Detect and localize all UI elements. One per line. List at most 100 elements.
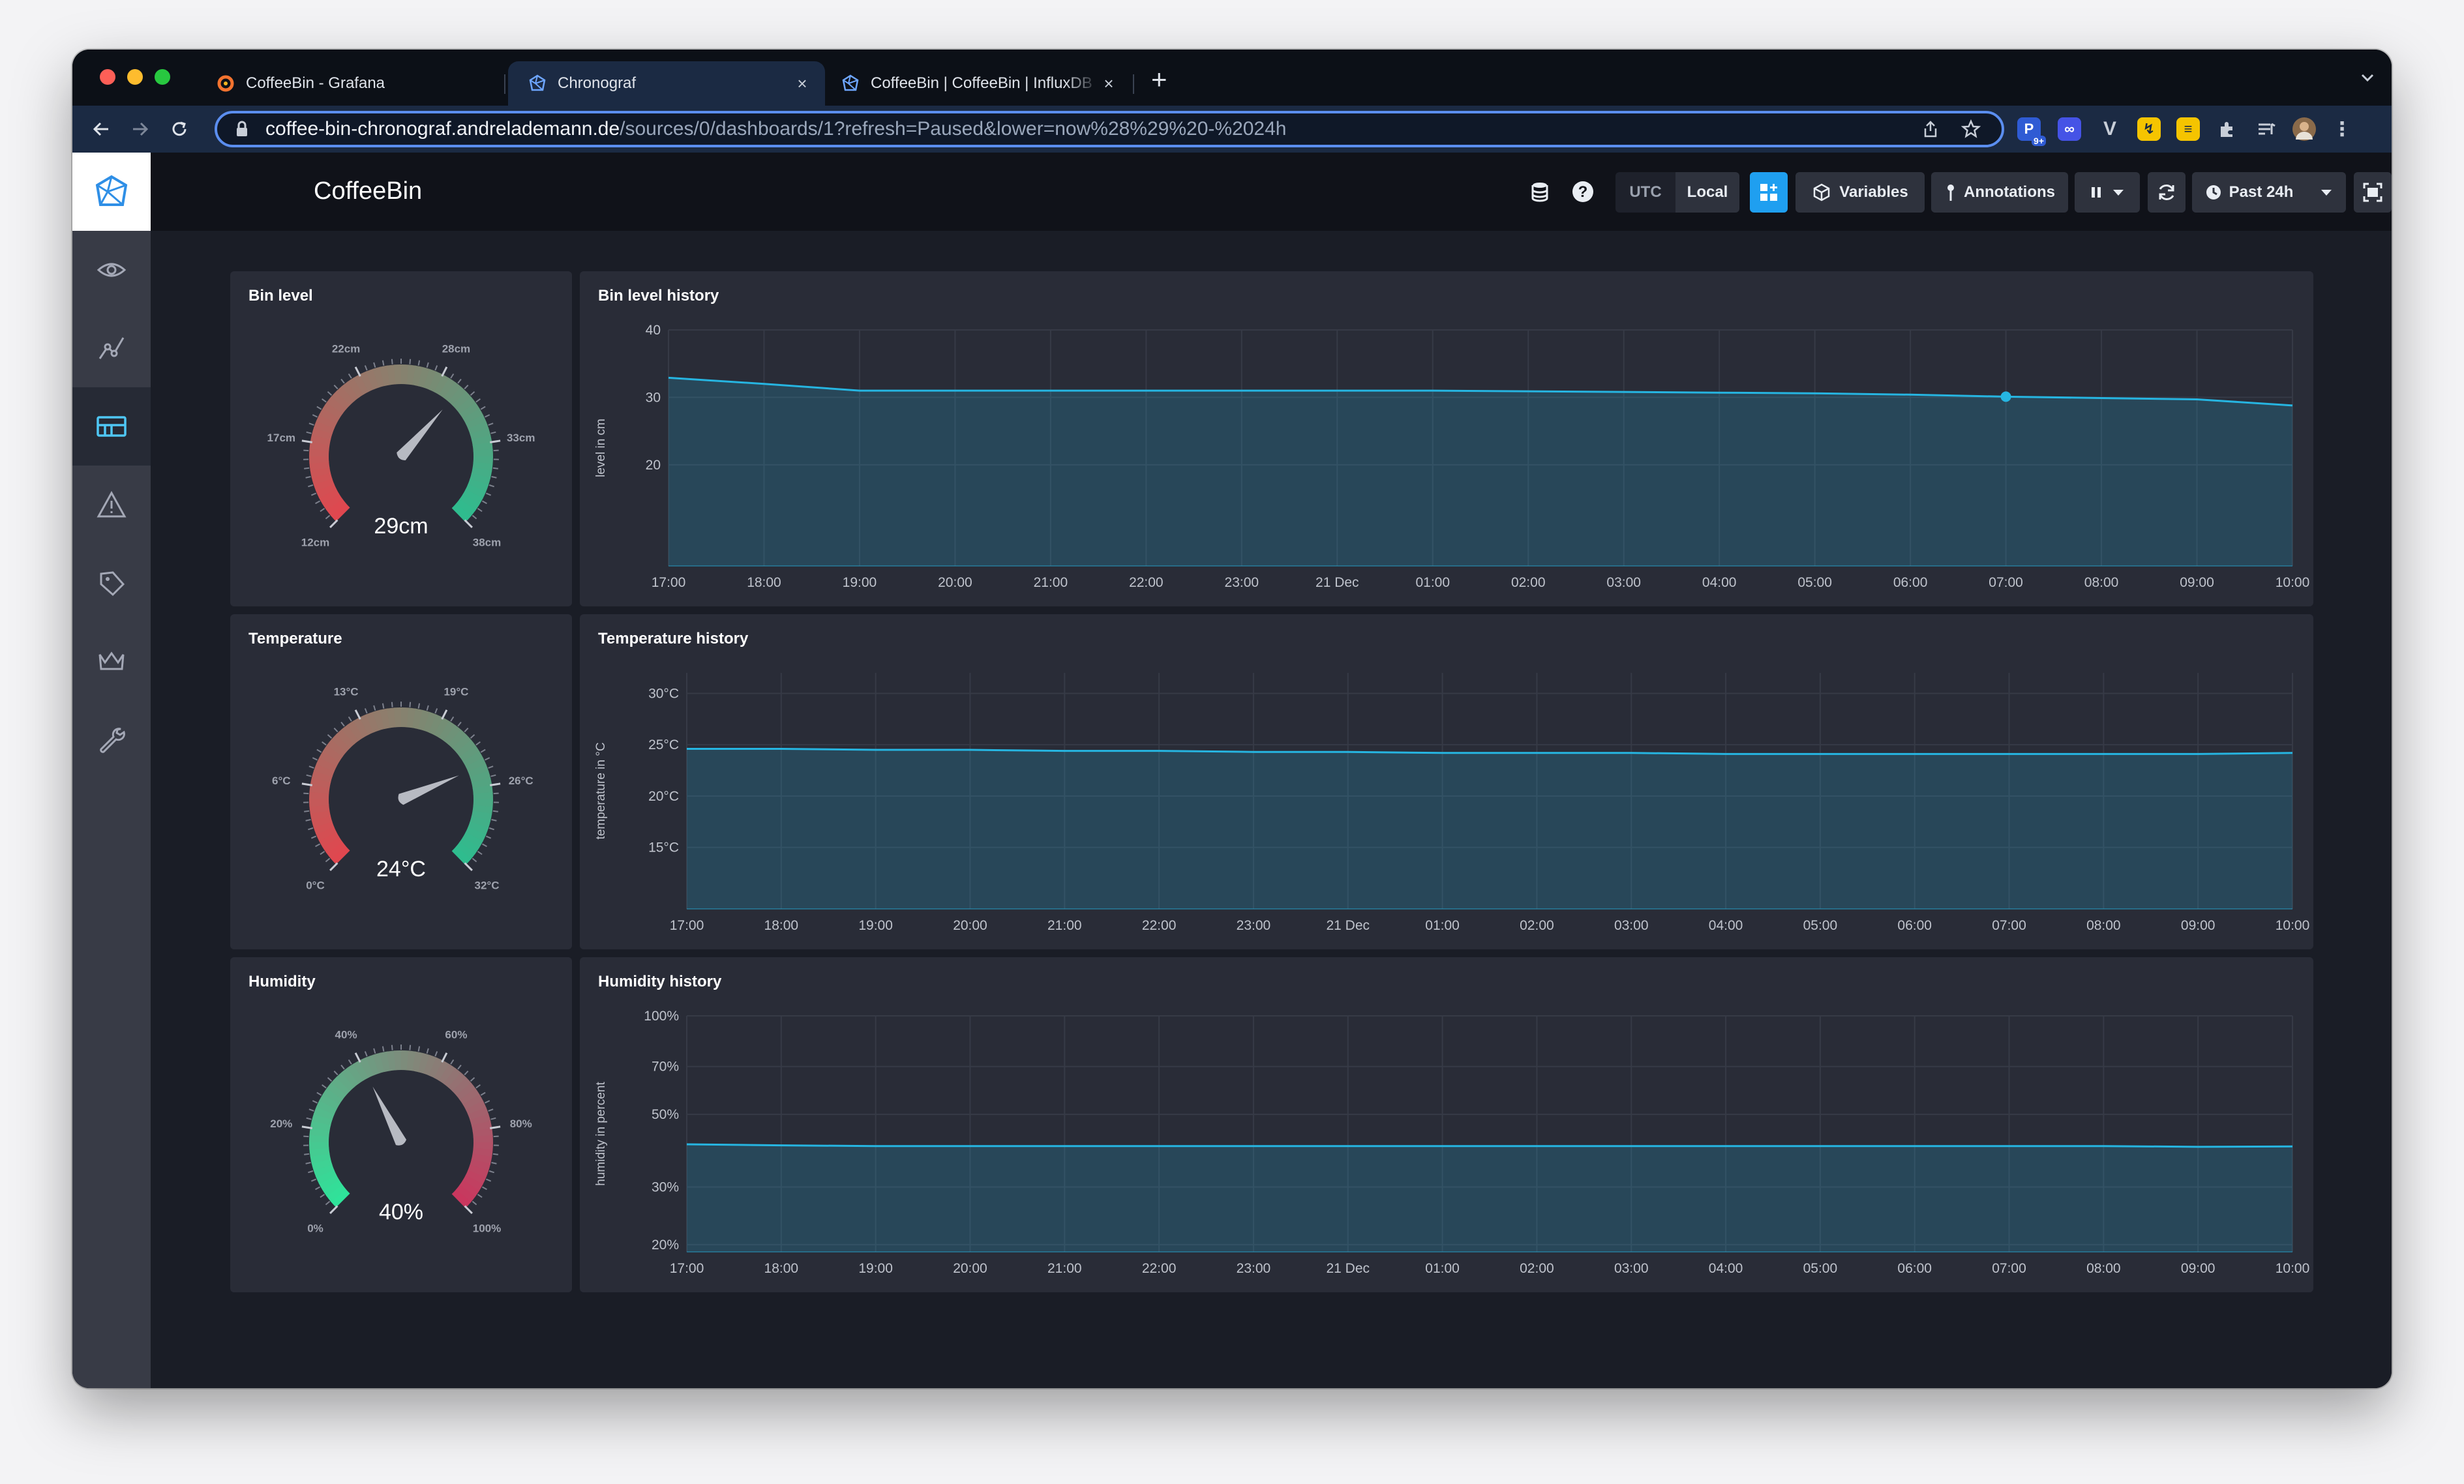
chronograf-logo[interactable] [72, 153, 151, 231]
help-icon[interactable]: ? [1566, 175, 1600, 209]
minimize-window-button[interactable] [127, 69, 143, 85]
gauge-arc-segment [316, 1099, 337, 1115]
gauge-tick [488, 484, 494, 488]
gauge-arc-segment [310, 467, 331, 478]
close-tab-icon[interactable]: × [1099, 74, 1119, 94]
variables-button[interactable]: Variables [1795, 172, 1925, 213]
bookmark-star-icon[interactable] [1961, 119, 1981, 144]
gauge-tick [308, 765, 314, 769]
gauge-tick [434, 365, 438, 371]
add-cell-button[interactable] [1750, 172, 1788, 213]
gauge-tick [305, 819, 311, 822]
autorefresh-dropdown[interactable] [2075, 172, 2140, 213]
gauge-tick [325, 1200, 331, 1206]
gauge-arc-segment [428, 714, 444, 735]
profile-avatar[interactable] [2292, 117, 2316, 141]
share-icon[interactable] [1921, 119, 1940, 144]
new-tab-button[interactable]: + [1151, 64, 1167, 95]
gauge-arc-segment [322, 401, 343, 419]
gauge-arc-segment [326, 1082, 347, 1100]
gauge-arc-segment [447, 386, 467, 406]
chart-panel-humidity-history[interactable]: Humidity history 17:00 18:00 19:00 20:00 21:… [580, 957, 2313, 1292]
x-tick-label: 21:00 [1034, 575, 1068, 590]
gauge-tick [327, 734, 333, 739]
reading-list-icon[interactable] [2255, 117, 2278, 141]
gauge-tick-label: 38cm [473, 537, 501, 549]
gauge-arc-segment [372, 709, 385, 731]
caret-down-icon [2321, 190, 2332, 196]
annotations-button[interactable]: Annotations [1931, 172, 2068, 213]
gauge-tick [464, 727, 469, 733]
sidebar-item-admin[interactable] [72, 622, 151, 700]
gauge-tick [492, 1153, 498, 1155]
time-range-dropdown[interactable]: Past 24h [2192, 172, 2346, 213]
gauge-tick [485, 1100, 490, 1104]
gauge-tick [441, 709, 448, 720]
highlight-point[interactable] [2000, 391, 2011, 402]
gauge-panel-bin-level[interactable]: Bin level 12cm 17cm 22cm 28cm 33cm 38cm 29cm [230, 271, 572, 606]
gauge-arc-segment [470, 473, 491, 486]
gauge-panel-humidity[interactable]: Humidity 0% 20% 40% 60% 80% 100% 40% [230, 957, 572, 1292]
gauge-arc-segment [310, 1153, 331, 1164]
extension-icon[interactable]: ∞ [2058, 117, 2081, 141]
sidebar-item-explore[interactable] [72, 309, 151, 387]
back-icon[interactable] [85, 113, 117, 145]
timezone-utc-toggle[interactable]: UTC [1615, 172, 1675, 213]
gauge-arc-segment [471, 1153, 492, 1165]
y-tick-label: 20% [652, 1238, 679, 1253]
gauge-arc-segment [353, 374, 369, 395]
gauge-tick [322, 398, 327, 403]
add-cell-icon [1760, 184, 1777, 201]
database-icon[interactable] [1523, 175, 1557, 209]
tab-title: CoffeeBin | CoffeeBin | InfluxDB [871, 74, 1092, 92]
timezone-local-toggle[interactable]: Local [1675, 172, 1739, 213]
gauge-tick-label: 100% [473, 1223, 501, 1235]
gauge-arc-segment [406, 1050, 417, 1071]
presentation-mode-button[interactable] [2354, 172, 2392, 213]
gauge-arc-segment [447, 1072, 467, 1092]
chart-panel-temperature-history[interactable]: Temperature history 17:00 18:00 19:00 20:00… [580, 614, 2313, 949]
extension-icon[interactable]: ↯ [2137, 117, 2161, 141]
gauge-panel-temperature[interactable]: Temperature 0°C 6°C 13°C 19°C 26°C 32°C 24°C [230, 614, 572, 949]
gauge-tick [305, 1162, 311, 1165]
reload-icon[interactable] [164, 113, 195, 145]
chart-panel-bin-level-history[interactable]: Bin level history 17:00 18:00 19:00 20:00 21… [580, 271, 2313, 606]
x-tick-label: 19:00 [858, 1261, 893, 1276]
close-tab-icon[interactable]: × [792, 74, 812, 94]
gauge-arc-segment [326, 498, 346, 516]
notes-extension-icon[interactable]: ≡ [2176, 117, 2200, 141]
sidebar-item-host-list[interactable] [72, 231, 151, 309]
gauge-arc-segment [316, 826, 337, 842]
address-bar[interactable]: coffee-bin-chronograf.andrelademann.de/s… [215, 111, 2004, 147]
gauge-arc-segment [423, 711, 438, 733]
gauge-tick [491, 476, 497, 479]
gauge-tick [477, 850, 483, 855]
gauge-arc-segment [459, 745, 480, 763]
zoom-window-button[interactable] [155, 69, 170, 85]
gauge-tick [329, 862, 338, 871]
tab-chronograf[interactable]: Chronograf × [508, 61, 825, 106]
x-tick-label: 22:00 [1142, 918, 1177, 933]
sidebar-item-dashboards[interactable] [72, 387, 151, 466]
gauge-value: 40% [379, 1200, 423, 1224]
close-window-button[interactable] [100, 69, 115, 85]
gauge-arc-segment [451, 503, 472, 522]
sidebar-item-log-viewer[interactable] [72, 544, 151, 622]
x-tick-label: 05:00 [1797, 575, 1832, 590]
puzzle-extensions-icon[interactable] [2216, 117, 2239, 141]
vue-devtools-icon[interactable]: V [2098, 117, 2122, 141]
sidebar-item-configuration[interactable] [72, 700, 151, 779]
x-tick-label: 04:00 [1709, 918, 1743, 933]
x-tick-label: 04:00 [1702, 575, 1737, 590]
tab-influxdb[interactable]: CoffeeBin | CoffeeBin | InfluxDB × [821, 61, 1132, 106]
forward-icon[interactable] [125, 113, 156, 145]
more-menu-icon[interactable]: ⋮ [2330, 117, 2354, 141]
sidebar-item-alerting[interactable] [72, 466, 151, 544]
x-tick-label: 02:00 [1511, 575, 1546, 590]
extension-icon[interactable]: P 9+ [2017, 117, 2046, 146]
page-title[interactable]: CoffeeBin [314, 177, 422, 205]
gauge-arc-segment [468, 764, 489, 778]
chevron-down-icon[interactable] [2359, 69, 2376, 91]
gauge-tick [477, 507, 483, 512]
refresh-button[interactable] [2148, 172, 2186, 213]
